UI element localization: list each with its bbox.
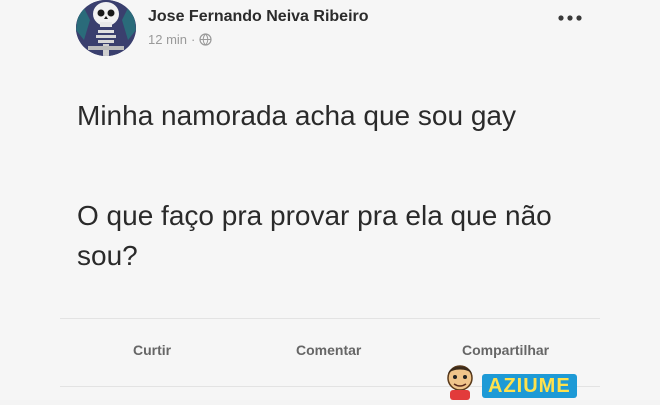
- meta-separator: ·: [191, 32, 196, 47]
- post-time[interactable]: 12 min: [148, 32, 187, 47]
- globe-icon: [199, 33, 212, 46]
- mascot-icon: [440, 362, 480, 400]
- watermark-text: AZIUME: [482, 374, 577, 398]
- post-card: Jose Fernando Neiva Ribeiro 12 min · Min…: [0, 0, 660, 400]
- share-button[interactable]: Compartilhar: [462, 342, 549, 358]
- post-text-paragraph-2: O que faço pra provar pra ela que não so…: [77, 200, 552, 271]
- post-meta: 12 min ·: [148, 32, 212, 47]
- divider: [60, 318, 600, 319]
- skull-avatar-icon: [76, 0, 136, 56]
- site-watermark: AZIUME: [440, 360, 580, 400]
- comment-button[interactable]: Comentar: [296, 342, 361, 358]
- like-button[interactable]: Curtir: [133, 342, 171, 358]
- author-name[interactable]: Jose Fernando Neiva Ribeiro: [148, 8, 369, 26]
- more-options-icon[interactable]: [556, 10, 584, 26]
- author-avatar[interactable]: [76, 0, 136, 56]
- post-text-paragraph-1: Minha namorada acha que sou gay: [77, 100, 516, 131]
